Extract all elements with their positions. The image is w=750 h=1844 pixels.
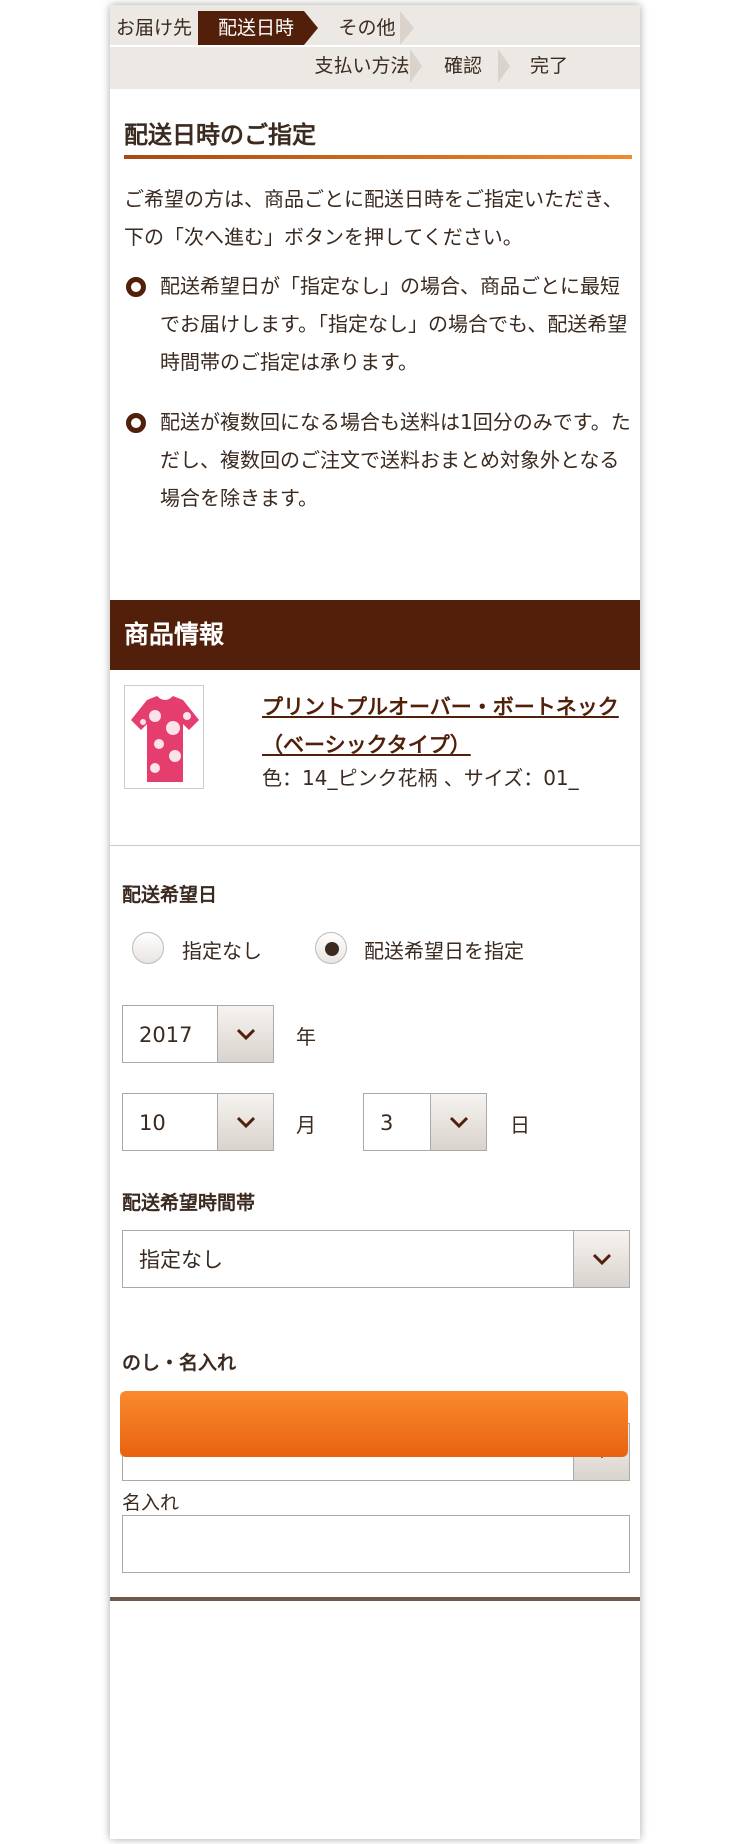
shirt-image [125,686,203,788]
bullet-icon [126,413,146,433]
step-other: その他 [338,17,396,39]
radio-no-date[interactable] [132,932,164,964]
radio-specify-date-label[interactable]: 配送希望日を指定 [364,935,524,964]
next-button[interactable] [120,1391,628,1457]
chevron-down-icon[interactable] [217,1006,273,1062]
radio-selected-dot [325,942,339,956]
month-select[interactable]: 10 [122,1093,274,1151]
section-divider [110,845,640,846]
delivery-date-label: 配送希望日 [122,884,218,906]
step-confirm: 確認 [443,55,482,77]
radio-no-date-label[interactable]: 指定なし [182,935,262,964]
day-unit: 日 [510,1113,530,1137]
noshi-section-label: のし・名入れ [122,1352,237,1374]
month-value: 10 [139,1111,166,1135]
step-separator [498,49,510,83]
note-text: 配送が複数回になる場合も送料は1回分のみです。ただし、複数回のご注文で送料おまと… [160,410,631,510]
bullet-icon [126,277,146,297]
time-value: 指定なし [139,1248,223,1272]
note-item: 配送希望日が「指定なし」の場合、商品ごとに最短でお届けします。「指定なし」の場合… [124,267,634,381]
product-image[interactable] [124,685,204,789]
name-engraving-input[interactable] [122,1515,630,1573]
checkout-steps: お届け先 配送日時 その他 支払い方法 確認 完了 [110,5,640,89]
intro-text: ご希望の方は、商品ごとに配送日時をご指定いただき、下の「次へ進む」ボタンを押して… [124,187,623,249]
radio-specify-date[interactable] [315,932,347,964]
time-select[interactable]: 指定なし [122,1230,630,1288]
page-title: 配送日時のご指定 [124,121,316,149]
chevron-down-icon[interactable] [430,1094,486,1150]
step-row-divider [110,45,640,47]
year-value: 2017 [139,1023,193,1047]
product-info-header: 商品情報 [110,600,640,670]
product-name-link[interactable]: プリントプルオーバー・ボートネック（ベーシックタイプ） [262,688,632,764]
chevron-down-icon[interactable] [573,1231,629,1287]
month-unit: 月 [296,1113,316,1137]
year-select[interactable]: 2017 [122,1005,274,1063]
year-unit: 年 [296,1025,316,1049]
name-engraving-label: 名入れ [122,1492,180,1514]
step-separator [400,11,414,45]
step-complete: 完了 [529,55,568,77]
product-options: 色：14_ピンク花柄 、サイズ：01_ [262,766,579,790]
step-separator [304,11,318,45]
step-payment: 支払い方法 [314,55,410,77]
step-separator [410,49,422,83]
note-text: 配送希望日が「指定なし」の場合、商品ごとに最短でお届けします。「指定なし」の場合… [160,274,628,374]
title-underline [124,155,632,159]
step-delivery-address: お届け先 [115,17,192,39]
mobile-page: お届け先 配送日時 その他 支払い方法 確認 完了 配送日時のご指定 ご希望の方… [110,5,640,1839]
note-item: 配送が複数回になる場合も送料は1回分のみです。ただし、複数回のご注文で送料おまと… [124,403,634,517]
step-delivery-datetime: 配送日時 [198,11,304,45]
chevron-down-icon[interactable] [217,1094,273,1150]
day-value: 3 [380,1111,394,1135]
day-select[interactable]: 3 [363,1093,487,1151]
delivery-time-label: 配送希望時間帯 [122,1192,256,1214]
